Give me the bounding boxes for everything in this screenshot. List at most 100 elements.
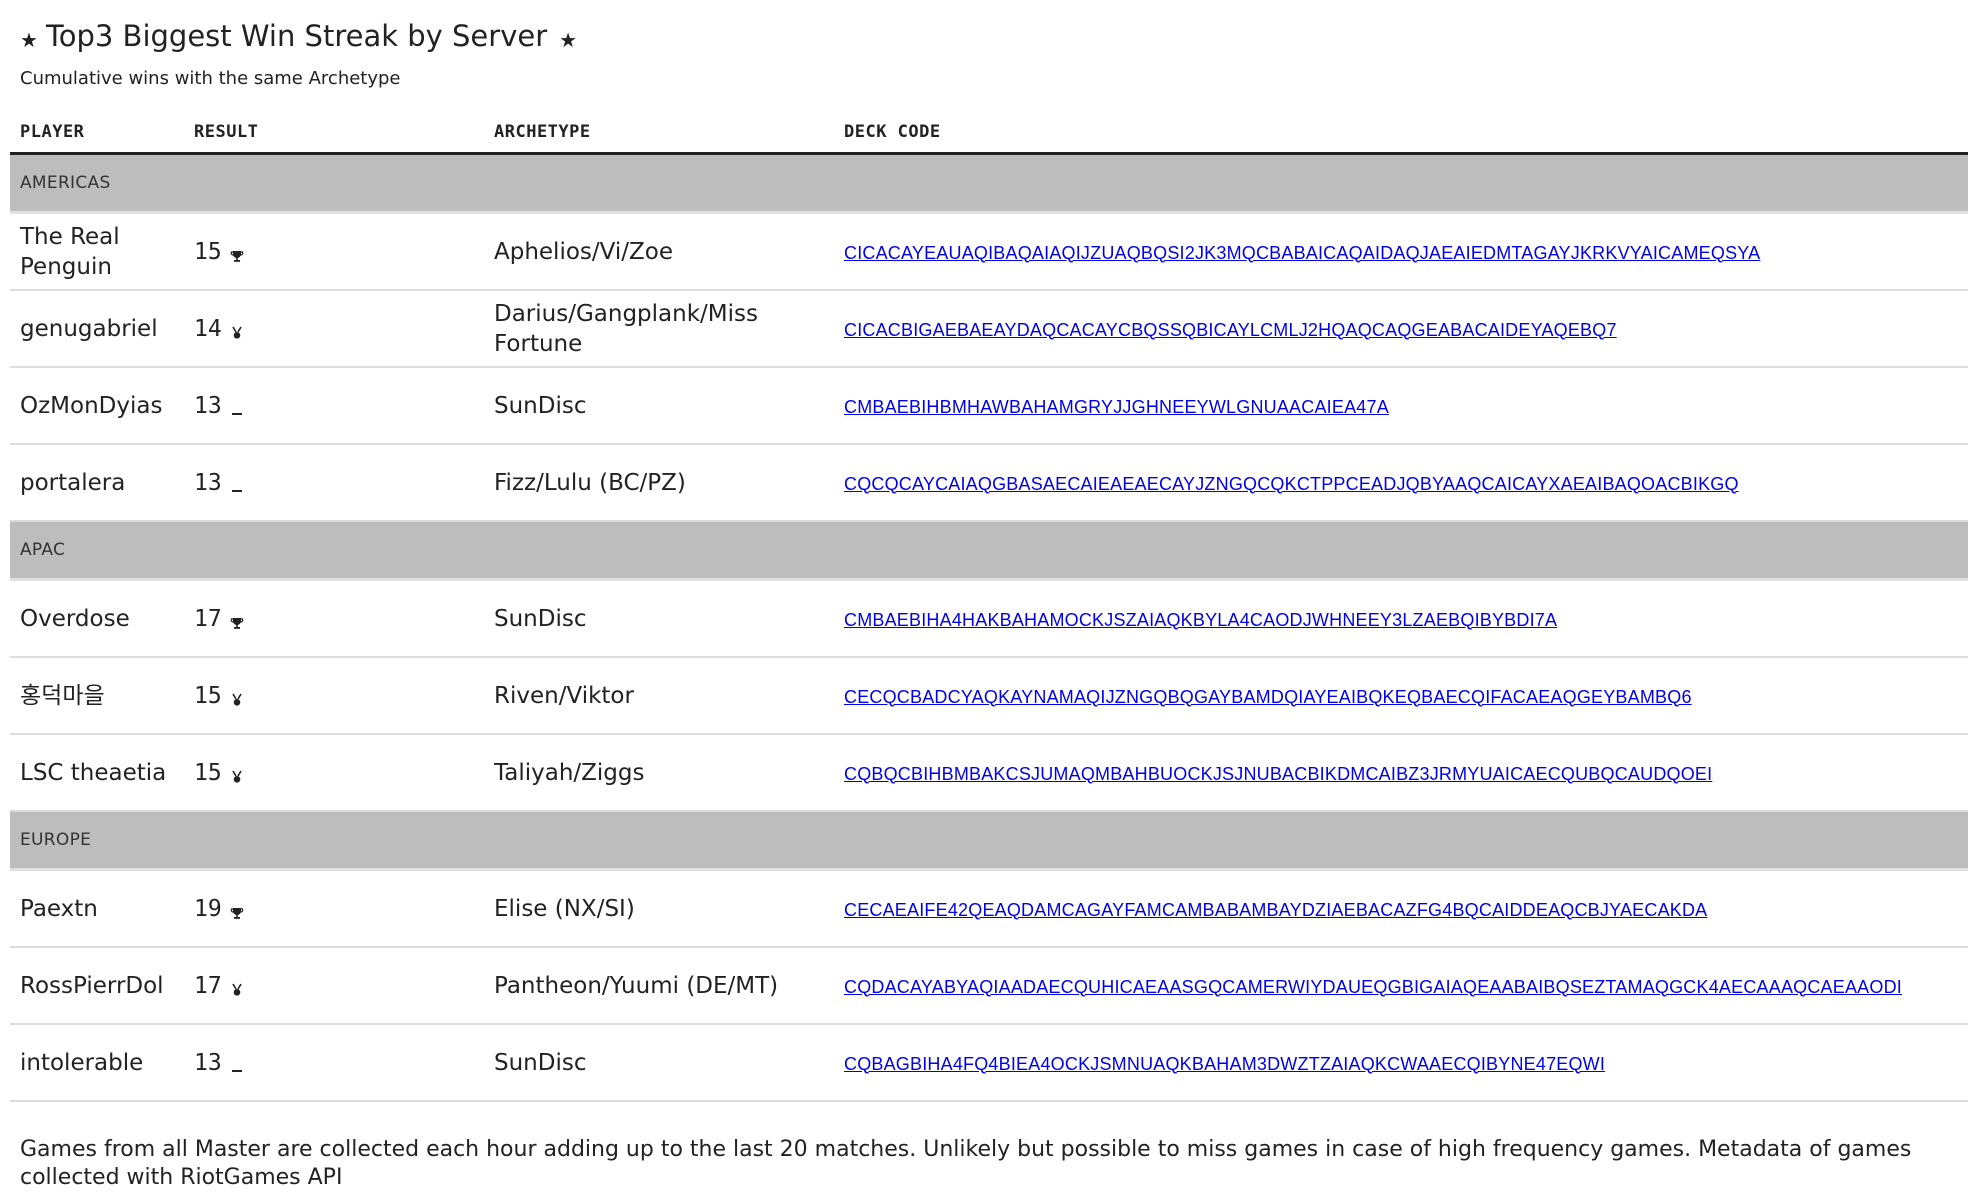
result-value: 15	[194, 238, 222, 265]
table-row: intolerable 13 SunDisc CQBAGBIHA4FQ4BIEA…	[10, 1024, 1968, 1102]
table-row: portalera 13 Fizz/Lulu (BC/PZ) CQCQCAYCA…	[10, 444, 1968, 522]
result-value: 14	[194, 315, 222, 342]
deck-code-link[interactable]: CICACAYEAUAQIBAQAIAQIJZUAQBQSI2JK3MQCBAB…	[844, 243, 1760, 263]
column-header-result: RESULT	[184, 112, 484, 155]
table-row: 홍덕마을 15 Riven/Viktor CECQCBADCYAQKAYNAMA…	[10, 657, 1968, 735]
player-name: 홍덕마을	[10, 657, 184, 735]
result-cell: 14	[184, 290, 484, 368]
server-group-row: AMERICAS	[10, 153, 1968, 214]
medal-icon	[230, 977, 244, 996]
table-row: OzMonDyias 13 SunDisc CMBAEBIHBMHAWBAHAM…	[10, 367, 1968, 445]
result-cell: 17	[184, 947, 484, 1025]
result-cell: 19	[184, 869, 484, 948]
table-row: The Real Penguin 15 Aphelios/Vi/Zoe CICA…	[10, 212, 1968, 291]
result-value: 13	[194, 1049, 222, 1076]
deck-code-cell: CQBQCBIHBMBAKCSJUMAQMBAHBUOCKJSJNUBACBIK…	[834, 734, 1968, 812]
player-name: genugabriel	[10, 290, 184, 368]
deck-code-link[interactable]: CMBAEBIHA4HAKBAHAMOCKJSZAIAQKBYLA4CAODJW…	[844, 610, 1557, 630]
column-header-player: PLAYER	[10, 112, 184, 155]
star-icon: ★	[20, 28, 38, 52]
deck-code-cell: CQBAGBIHA4FQ4BIEA4OCKJSMNUAQKBAHAM3DWZTZ…	[834, 1024, 1968, 1102]
result-value: 13	[194, 392, 222, 419]
result-cell: 13	[184, 367, 484, 445]
deck-code-link[interactable]: CQBQCBIHBMBAKCSJUMAQMBAHBUOCKJSJNUBACBIK…	[844, 764, 1712, 784]
deck-code-cell: CMBAEBIHA4HAKBAHAMOCKJSZAIAQKBYLA4CAODJW…	[834, 579, 1968, 658]
archetype-name: Taliyah/Ziggs	[484, 734, 834, 812]
deck-code-cell: CICACBIGAEBAEAYDAQCACAYCBQSSQBICAYLCMLJ2…	[834, 290, 1968, 368]
deck-code-cell: CQCQCAYCAIAQGBASAECAIEAEAECAYJZNGQCQKCTP…	[834, 444, 1968, 522]
deck-code-link[interactable]: CQBAGBIHA4FQ4BIEA4OCKJSMNUAQKBAHAM3DWZTZ…	[844, 1054, 1605, 1074]
player-name: Overdose	[10, 579, 184, 658]
deck-code-link[interactable]: CQDACAYABYAQIAADAECQUHICAEAASGQCAMERWIYD…	[844, 977, 1902, 997]
table-header-row: PLAYER RESULT ARCHETYPE DECK CODE	[10, 112, 1968, 155]
deck-code-link[interactable]: CMBAEBIHBMHAWBAHAMGRYJJGHNEEYWLGNUAACAIE…	[844, 397, 1389, 417]
table-row: Overdose 17 SunDisc CMBAEBIHA4HAKBAHAMOC…	[10, 579, 1968, 658]
deck-code-cell: CMBAEBIHBMHAWBAHAMGRYJJGHNEEYWLGNUAACAIE…	[834, 367, 1968, 445]
player-name: OzMonDyias	[10, 367, 184, 445]
result-value: 13	[194, 469, 222, 496]
server-group-label: EUROPE	[10, 811, 1968, 871]
column-header-archetype: ARCHETYPE	[484, 112, 834, 155]
archetype-name: Elise (NX/SI)	[484, 869, 834, 948]
title-row: ★ Top3 Biggest Win Streak by Server ★	[10, 14, 1968, 58]
star-icon: ★	[559, 28, 578, 52]
table-row: RossPierrDol 17 Pantheon/Yuumi (DE/MT) C…	[10, 947, 1968, 1025]
trophy-icon	[230, 610, 244, 629]
server-group-label: AMERICAS	[10, 153, 1968, 214]
table-row: Paextn 19 Elise (NX/SI) CECAEAIFE42QEAQD…	[10, 869, 1968, 948]
archetype-name: Pantheon/Yuumi (DE/MT)	[484, 947, 834, 1025]
footer-note: Games from all Master are collected each…	[20, 1137, 1912, 1190]
player-name: The Real Penguin	[10, 212, 184, 291]
archetype-name: SunDisc	[484, 367, 834, 445]
deck-code-link[interactable]: CICACBIGAEBAEAYDAQCACAYCBQSSQBICAYLCMLJ2…	[844, 320, 1617, 340]
medal-icon	[230, 320, 244, 339]
page-title: Top3 Biggest Win Streak by Server	[45, 19, 548, 53]
archetype-name: SunDisc	[484, 579, 834, 658]
table-row: genugabriel 14 Darius/Gangplank/Miss For…	[10, 290, 1968, 368]
result-value: 17	[194, 972, 222, 999]
deck-code-cell: CQDACAYABYAQIAADAECQUHICAEAASGQCAMERWIYD…	[834, 947, 1968, 1025]
archetype-name: Fizz/Lulu (BC/PZ)	[484, 444, 834, 522]
deck-code-link[interactable]: CQCQCAYCAIAQGBASAECAIEAEAECAYJZNGQCQKCTP…	[844, 474, 1739, 494]
deck-code-link[interactable]: CECAEAIFE42QEAQDAMCAGAYFAMCAMBABAMBAYDZI…	[844, 900, 1707, 920]
win-streak-page: ★ Top3 Biggest Win Streak by Server ★ Cu…	[10, 14, 1968, 1192]
trophy-icon	[230, 900, 244, 919]
result-cell: 13	[184, 1024, 484, 1102]
deck-code-cell: CICACAYEAUAQIBAQAIAQIJZUAQBQSI2JK3MQCBAB…	[834, 212, 1968, 291]
result-value: 15	[194, 682, 222, 709]
table-row: LSC theaetia 15 Taliyah/Ziggs CQBQCBIHBM…	[10, 734, 1968, 812]
result-cell: 15	[184, 657, 484, 735]
medal-icon	[230, 764, 244, 783]
column-header-deck-code: DECK CODE	[834, 112, 1968, 155]
player-name: intolerable	[10, 1024, 184, 1102]
player-name: Paextn	[10, 869, 184, 948]
result-value: 19	[194, 895, 222, 922]
server-group-row: EUROPE	[10, 811, 1968, 871]
deck-code-link[interactable]: CECQCBADCYAQKAYNAMAQIJZNGQBQGAYBAMDQIAYE…	[844, 687, 1692, 707]
result-cell: 15	[184, 734, 484, 812]
dash-icon	[230, 474, 244, 492]
deck-code-cell: CECAEAIFE42QEAQDAMCAGAYFAMCAMBABAMBAYDZI…	[834, 869, 1968, 948]
player-name: RossPierrDol	[10, 947, 184, 1025]
server-group-row: APAC	[10, 521, 1968, 581]
win-streak-table: PLAYER RESULT ARCHETYPE DECK CODE AMERIC…	[10, 112, 1968, 1102]
result-cell: 13	[184, 444, 484, 522]
archetype-name: Aphelios/Vi/Zoe	[484, 212, 834, 291]
dash-icon	[230, 1054, 244, 1072]
result-value: 17	[194, 605, 222, 632]
page-subtitle: Cumulative wins with the same Archetype	[20, 68, 401, 89]
archetype-name: Riven/Viktor	[484, 657, 834, 735]
result-cell: 17	[184, 579, 484, 658]
deck-code-cell: CECQCBADCYAQKAYNAMAQIJZNGQBQGAYBAMDQIAYE…	[834, 657, 1968, 735]
archetype-name: SunDisc	[484, 1024, 834, 1102]
archetype-name: Darius/Gangplank/Miss Fortune	[484, 290, 834, 368]
player-name: portalera	[10, 444, 184, 522]
table-body: AMERICAS The Real Penguin 15 Aphelios/Vi…	[10, 153, 1968, 1102]
dash-icon	[230, 397, 244, 415]
trophy-icon	[230, 243, 244, 262]
server-group-label: APAC	[10, 521, 1968, 581]
player-name: LSC theaetia	[10, 734, 184, 812]
result-cell: 15	[184, 212, 484, 291]
result-value: 15	[194, 759, 222, 786]
medal-icon	[230, 687, 244, 706]
